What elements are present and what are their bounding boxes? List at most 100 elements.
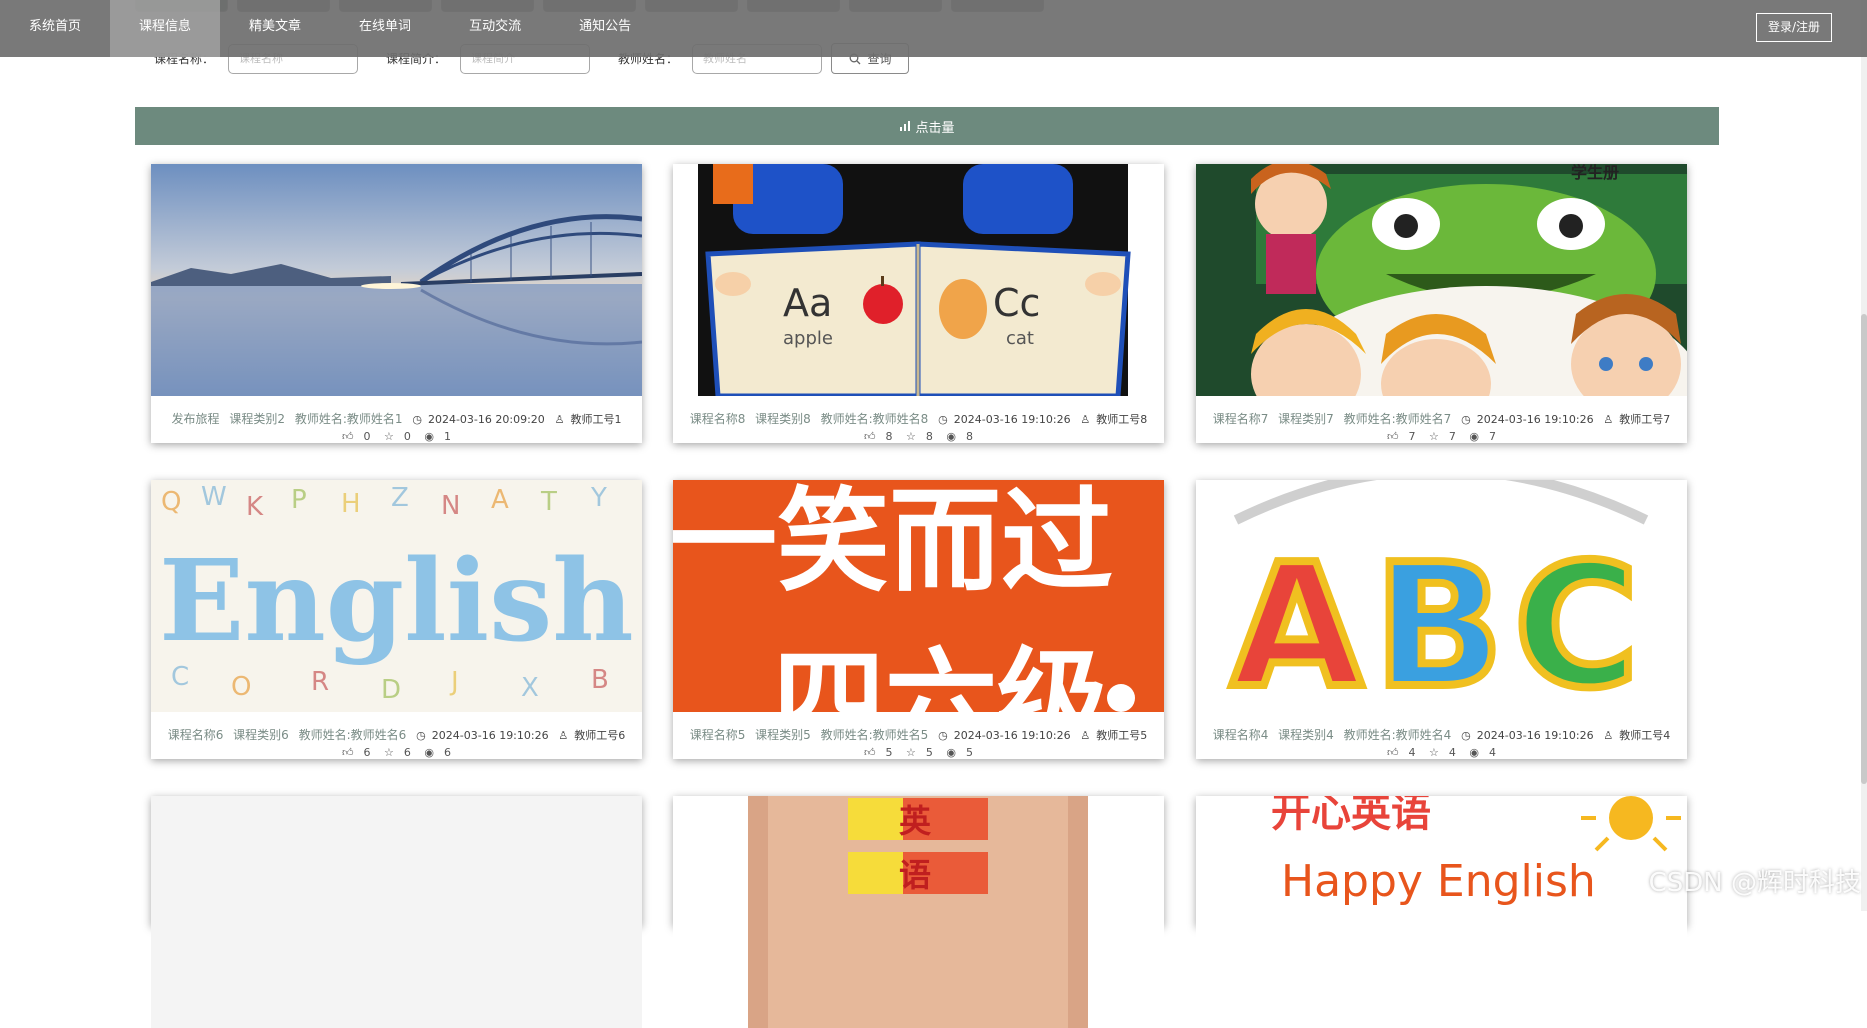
- course-meta: 发布旅程 课程类别2 教师姓名:教师姓名1 ◷ 2024-03-16 20:09:…: [151, 410, 642, 427]
- star-icon: ☆: [1429, 746, 1439, 759]
- like-count: 0: [363, 430, 371, 443]
- happy-english-cn: 开心英语: [1271, 796, 1431, 836]
- course-image-cartoon-frog: 学生册: [1196, 164, 1687, 396]
- course-card[interactable]: 英 语: [673, 796, 1164, 1028]
- clock-icon: ◷: [938, 413, 948, 426]
- course-stats: 👍︎ 5 ☆ 5 ◉ 5: [673, 746, 1164, 759]
- course-category: 课程类别6: [233, 728, 289, 742]
- course-category: 课程类别4: [1278, 728, 1334, 742]
- clock-icon: ◷: [1461, 729, 1471, 742]
- course-name: 发布旅程: [171, 412, 220, 426]
- svg-text:B: B: [591, 665, 609, 695]
- course-card[interactable]: A B C 课程名称4 课程类别4 教师姓名:教师姓名4 ◷ 2024-03-16…: [1196, 480, 1687, 759]
- course-name: 课程名称6: [167, 728, 224, 742]
- svg-text:P: P: [291, 485, 307, 515]
- thumbs-up-icon: 👍︎: [342, 746, 354, 759]
- star-icon: ☆: [384, 430, 394, 443]
- course-category: 课程类别8: [755, 412, 811, 426]
- nav-item-forum[interactable]: 互动交流: [440, 0, 550, 57]
- nav-item-words[interactable]: 在线单词: [330, 0, 440, 57]
- course-time: 2024-03-16 19:10:26: [953, 729, 1071, 742]
- course-card[interactable]: 开心英语 Happy English: [1196, 796, 1687, 1028]
- svg-text:C: C: [1514, 528, 1639, 712]
- course-card[interactable]: QWK PHZ NAT YCO RDJ XB English 课程名称6 课程类…: [151, 480, 642, 759]
- user-icon: ♙: [1080, 413, 1091, 426]
- scrollbar-thumb[interactable]: [1861, 314, 1867, 784]
- svg-text:A: A: [491, 485, 509, 515]
- course-card[interactable]: Aa apple Cc cat 课程名称8 课程类别8 教师姓名:教师姓名8 ◷…: [673, 164, 1164, 443]
- svg-text:N: N: [441, 491, 460, 521]
- svg-text:K: K: [246, 492, 264, 522]
- course-card[interactable]: 一笑而过 四六级 课程名称5 课程类别5 教师姓名:教师姓名5 ◷ 2024-03…: [673, 480, 1164, 759]
- like-count: 8: [885, 430, 893, 443]
- abc-letters: A B C: [1227, 524, 1643, 712]
- course-time: 2024-03-16 19:10:26: [431, 729, 549, 742]
- course-image-happy-english: 开心英语 Happy English: [1196, 796, 1687, 1028]
- course-time: 2024-03-16 19:10:26: [1476, 729, 1594, 742]
- like-count: 5: [885, 746, 893, 759]
- course-card[interactable]: 发布旅程 课程类别2 教师姓名:教师姓名1 ◷ 2024-03-16 20:09:…: [151, 164, 642, 443]
- course-category: 课程类别7: [1278, 412, 1334, 426]
- user-icon: ♙: [1080, 729, 1091, 742]
- svg-text:X: X: [521, 673, 539, 703]
- course-stats: 👍︎ 0 ☆ 0 ◉ 1: [151, 430, 642, 443]
- course-card[interactable]: [151, 796, 642, 1028]
- english-word: English: [159, 536, 634, 667]
- view-count: 6: [443, 746, 451, 759]
- sort-by-clicks-bar[interactable]: 点击量: [135, 107, 1719, 145]
- clock-icon: ◷: [416, 729, 426, 742]
- course-teacher: 教师姓名:教师姓名6: [298, 728, 407, 742]
- user-icon: ♙: [558, 729, 569, 742]
- course-teacher-id: 教师工号5: [1096, 729, 1148, 742]
- course-meta: 课程名称4 课程类别4 教师姓名:教师姓名4 ◷ 2024-03-16 19:10…: [1196, 726, 1687, 743]
- course-stats: 👍︎ 4 ☆ 4 ◉ 4: [1196, 746, 1687, 759]
- course-time: 2024-03-16 20:09:20: [427, 413, 545, 426]
- course-meta: 课程名称6 课程类别6 教师姓名:教师姓名6 ◷ 2024-03-16 19:10…: [151, 726, 642, 743]
- nav-item-home[interactable]: 系统首页: [0, 0, 110, 57]
- view-count: 1: [443, 430, 451, 443]
- course-teacher: 教师姓名:教师姓名8: [820, 412, 929, 426]
- favorite-count: 6: [403, 746, 411, 759]
- course-card[interactable]: 学生册 课程名称7 课程类别7 教师姓名:教师姓名7 ◷ 2024-03-16 1…: [1196, 164, 1687, 443]
- course-image-abc: A B C: [1196, 480, 1687, 712]
- cover-top-text: 学生册: [1571, 164, 1619, 182]
- eye-icon: ◉: [1469, 430, 1479, 443]
- svg-text:J: J: [449, 667, 459, 697]
- favorite-count: 0: [403, 430, 411, 443]
- course-category: 课程类别5: [755, 728, 811, 742]
- book-left-word: apple: [783, 328, 833, 349]
- top-nav-bar: 系统首页 课程信息 精美文章 在线单词 互动交流 通知公告 登录/注册: [0, 0, 1867, 57]
- course-stats: 👍︎ 6 ☆ 6 ◉ 6: [151, 746, 642, 759]
- svg-text:W: W: [201, 482, 227, 512]
- course-teacher-id: 教师工号8: [1096, 413, 1148, 426]
- clock-icon: ◷: [1461, 413, 1471, 426]
- svg-text:Z: Z: [391, 483, 409, 513]
- course-teacher-id: 教师工号1: [570, 413, 622, 426]
- view-count: 7: [1488, 430, 1496, 443]
- login-register-button[interactable]: 登录/注册: [1755, 13, 1832, 42]
- course-name: 课程名称8: [689, 412, 746, 426]
- course-teacher: 教师姓名:教师姓名5: [820, 728, 929, 742]
- sort-bar-label: 点击量: [915, 120, 955, 136]
- course-teacher-id: 教师工号6: [574, 729, 626, 742]
- nav-item-notices[interactable]: 通知公告: [550, 0, 660, 57]
- svg-text:H: H: [341, 489, 361, 519]
- view-count: 5: [965, 746, 973, 759]
- eye-icon: ◉: [424, 430, 434, 443]
- course-image-bridge: [151, 164, 642, 396]
- course-teacher: 教师姓名:教师姓名4: [1343, 728, 1452, 742]
- course-image-english-letters: QWK PHZ NAT YCO RDJ XB English: [151, 480, 642, 712]
- eye-icon: ◉: [424, 746, 434, 759]
- eye-icon: ◉: [946, 430, 956, 443]
- happy-english-en: Happy English: [1281, 856, 1596, 907]
- course-time: 2024-03-16 19:10:26: [953, 413, 1071, 426]
- star-icon: ☆: [1429, 430, 1439, 443]
- page-scrollbar[interactable]: [1861, 0, 1867, 911]
- view-count: 8: [965, 430, 973, 443]
- nav-item-courses[interactable]: 课程信息: [110, 0, 221, 57]
- thumbs-up-icon: 👍︎: [342, 430, 354, 443]
- nav-item-articles[interactable]: 精美文章: [220, 0, 330, 57]
- svg-text:R: R: [311, 667, 329, 697]
- course-name: 课程名称7: [1212, 412, 1269, 426]
- book-title-char2: 语: [899, 856, 931, 894]
